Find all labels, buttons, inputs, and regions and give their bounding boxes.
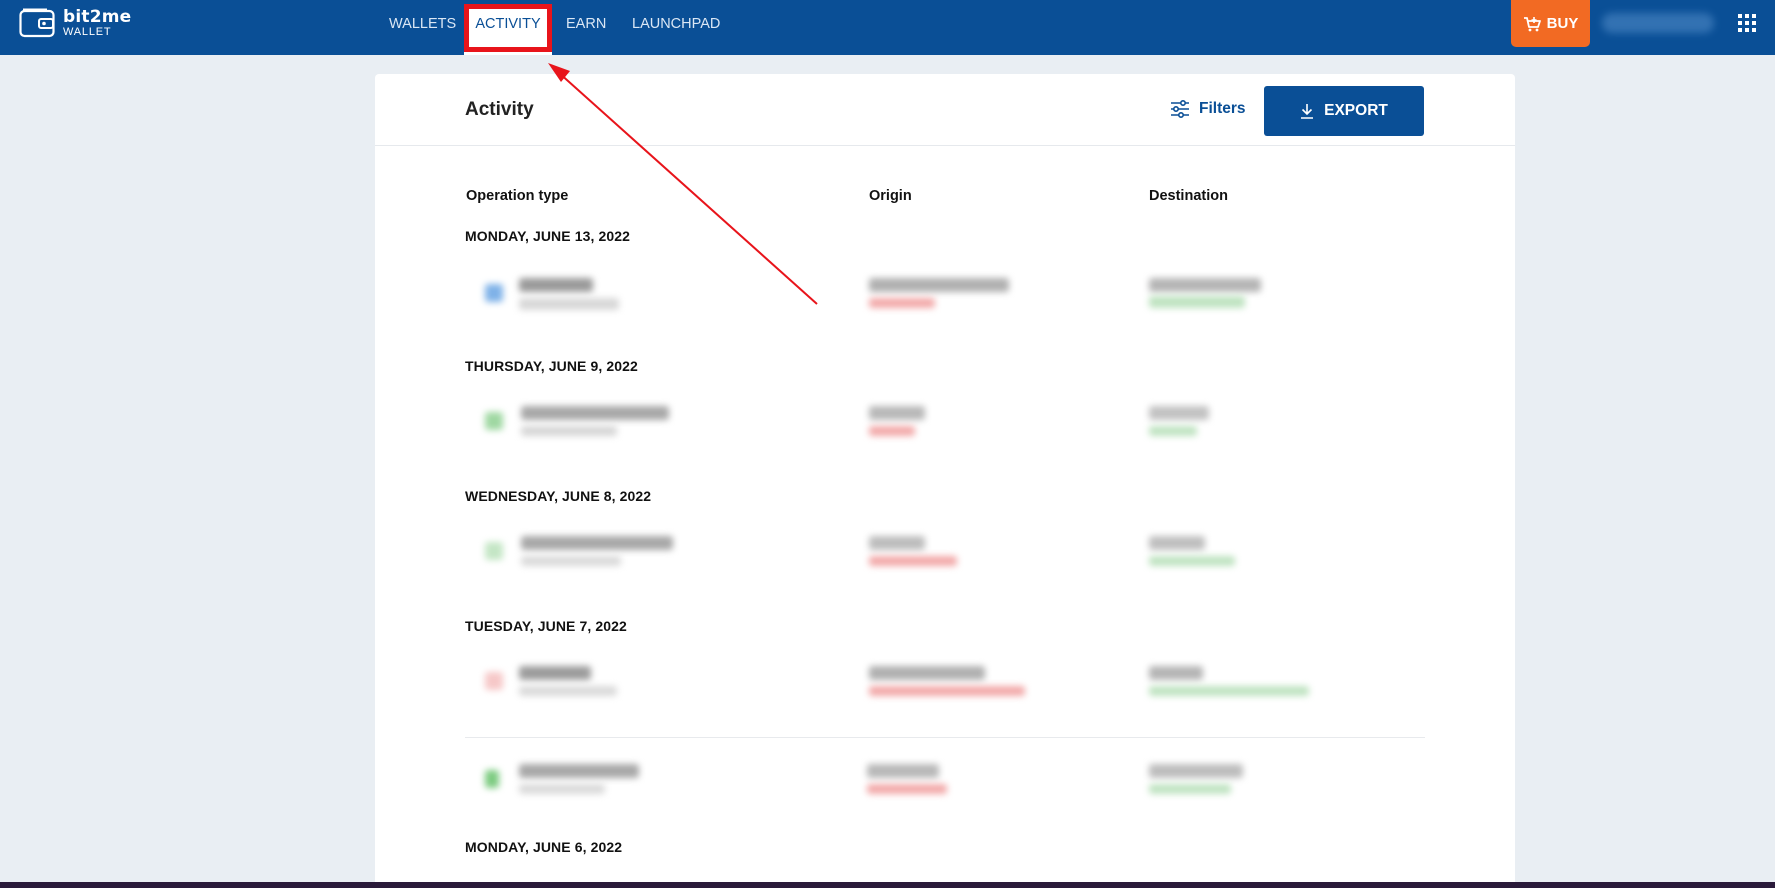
- column-header-destination: Destination: [1149, 188, 1228, 204]
- nav-earn[interactable]: EARN: [566, 0, 606, 48]
- user-account-menu[interactable]: [1602, 13, 1714, 33]
- wallet-icon: [19, 8, 55, 38]
- buy-button[interactable]: BUY: [1511, 0, 1590, 47]
- app-subtitle: WALLET: [63, 25, 112, 38]
- operation-icon: [485, 770, 499, 788]
- activity-row[interactable]: [465, 394, 1425, 466]
- nav-activity[interactable]: ACTIVITY: [464, 4, 552, 44]
- app-logo[interactable]: bit2me WALLET: [19, 8, 131, 38]
- export-button[interactable]: EXPORT: [1264, 86, 1424, 136]
- activity-row[interactable]: [465, 264, 1425, 336]
- buy-button-label: BUY: [1546, 15, 1579, 32]
- filters-button[interactable]: Filters: [1170, 100, 1246, 118]
- date-group-label: MONDAY, JUNE 6, 2022: [465, 839, 623, 855]
- nav-launchpad[interactable]: LAUNCHPAD: [632, 0, 720, 48]
- date-group-label: MONDAY, JUNE 13, 2022: [465, 228, 630, 244]
- operation-icon: [485, 542, 503, 560]
- activity-panel: Activity Filters EXPORT Operation type O…: [375, 74, 1515, 888]
- download-icon: [1301, 104, 1314, 119]
- date-group-label: WEDNESDAY, JUNE 8, 2022: [465, 488, 652, 504]
- page-title: Activity: [465, 99, 534, 120]
- column-header-operation-type: Operation type: [466, 188, 569, 204]
- app-name: bit2me: [63, 6, 132, 27]
- operation-icon: [485, 412, 503, 430]
- apps-grid-icon[interactable]: [1738, 14, 1756, 32]
- export-label: EXPORT: [1324, 102, 1388, 119]
- activity-row[interactable]: [465, 654, 1425, 726]
- nav-wallets[interactable]: WALLETS: [389, 0, 456, 48]
- operation-icon: [485, 284, 503, 302]
- operation-icon: [485, 672, 503, 690]
- cart-icon: [1523, 16, 1541, 31]
- column-header-origin: Origin: [869, 188, 912, 204]
- top-navigation-bar: [0, 0, 1775, 55]
- sliders-icon: [1171, 100, 1189, 118]
- taskbar-strip: [0, 882, 1775, 888]
- activity-row[interactable]: [465, 524, 1425, 596]
- panel-header: Activity Filters EXPORT: [375, 74, 1515, 146]
- date-group-label: TUESDAY, JUNE 7, 2022: [465, 618, 627, 634]
- filters-label: Filters: [1199, 100, 1246, 117]
- activity-row[interactable]: [465, 737, 1425, 809]
- date-group-label: THURSDAY, JUNE 9, 2022: [465, 358, 638, 374]
